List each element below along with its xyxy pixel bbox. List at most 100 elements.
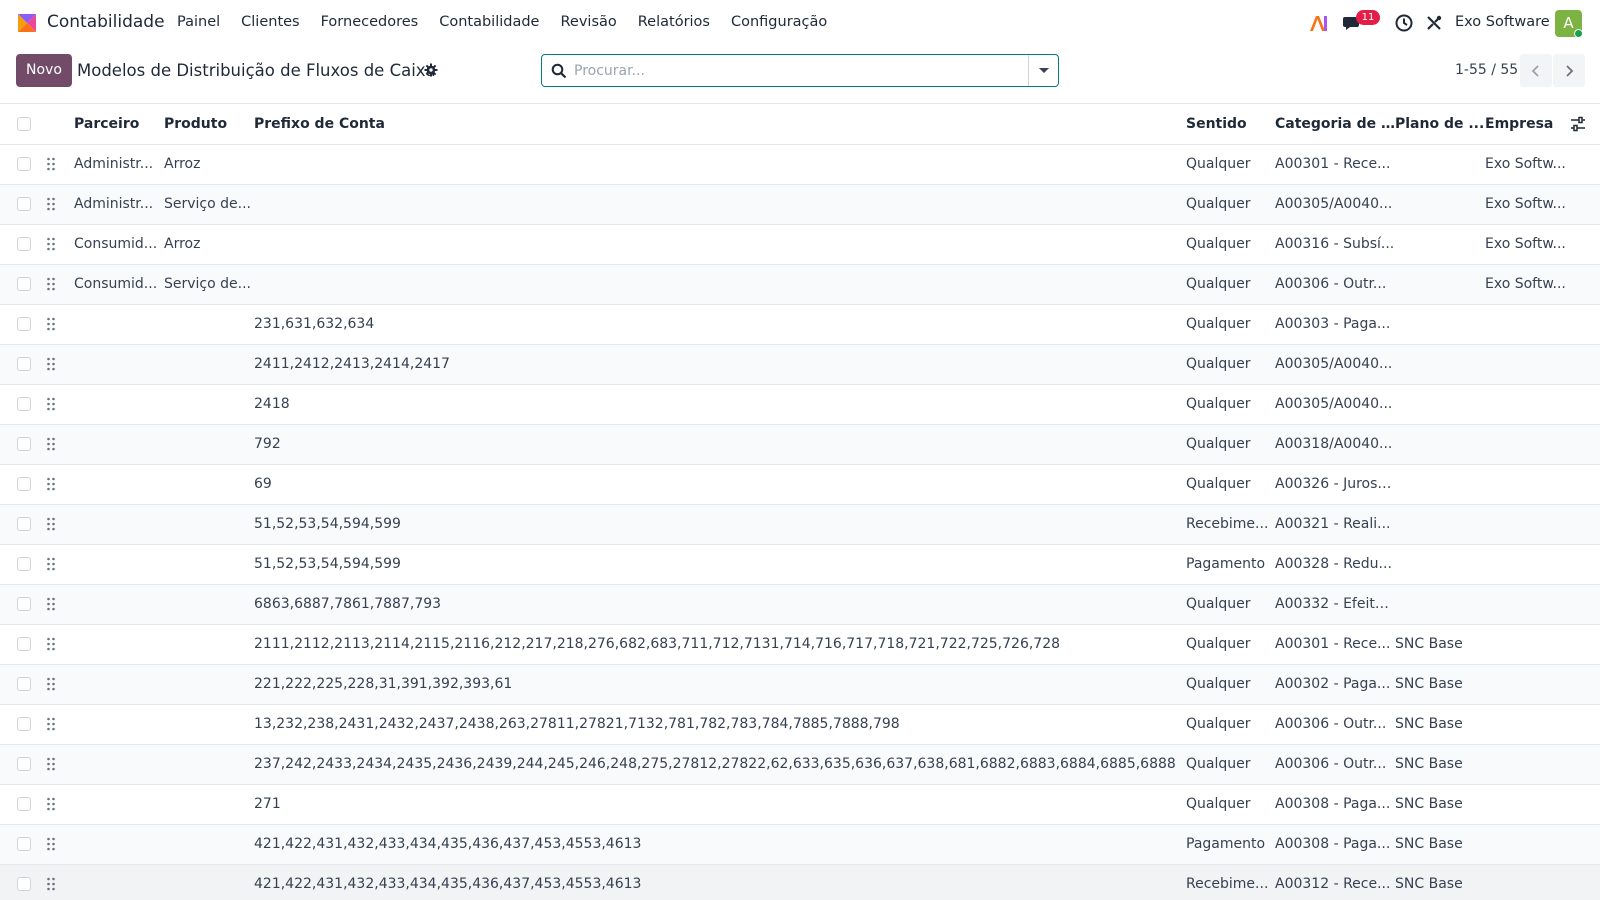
cell-plan[interactable] (1395, 264, 1485, 305)
cell-company[interactable] (1485, 664, 1570, 705)
cell-direction[interactable]: Pagamento (1186, 544, 1275, 585)
cell-partner[interactable] (74, 664, 164, 705)
cell-direction[interactable]: Pagamento (1186, 824, 1275, 865)
cell-product[interactable] (164, 384, 254, 425)
cell-account-prefix[interactable]: 792 (254, 424, 1186, 465)
column-header-category[interactable]: Categoria de F... (1275, 104, 1395, 145)
clock-icon[interactable] (1394, 13, 1414, 33)
cell-company[interactable]: Exo Softw... (1485, 224, 1570, 265)
table-row[interactable]: 6863,6887,7861,7887,793 Qualquer A00332 - … (0, 584, 1600, 625)
gear-icon[interactable] (424, 63, 438, 77)
table-row[interactable]: 421,422,431,432,433,434,435,436,437,453,… (0, 824, 1600, 865)
drag-handle-icon[interactable] (46, 317, 56, 331)
cell-company[interactable] (1485, 464, 1570, 505)
cell-product[interactable]: Serviço de... (164, 184, 254, 225)
cell-partner[interactable] (74, 784, 164, 825)
cell-category[interactable]: A00306 - Outr... (1275, 704, 1395, 745)
drag-handle-icon[interactable] (46, 437, 56, 451)
row-checkbox[interactable] (17, 557, 31, 571)
cell-category[interactable]: A00303 - Paga... (1275, 304, 1395, 345)
drag-handle-icon[interactable] (46, 477, 56, 491)
cell-category[interactable]: A00316 - Subsí... (1275, 224, 1395, 265)
cell-account-prefix[interactable]: 421,422,431,432,433,434,435,436,437,453,… (254, 824, 1186, 865)
cell-plan[interactable] (1395, 504, 1485, 545)
cell-account-prefix[interactable]: 271 (254, 784, 1186, 825)
cell-product[interactable]: Serviço de... (164, 264, 254, 305)
cell-plan[interactable]: SNC Base (1395, 864, 1485, 900)
row-checkbox[interactable] (17, 437, 31, 451)
cell-partner[interactable] (74, 344, 164, 385)
cell-company[interactable] (1485, 344, 1570, 385)
cell-partner[interactable]: Administr... (74, 144, 164, 185)
row-checkbox[interactable] (17, 277, 31, 291)
drag-handle-icon[interactable] (46, 877, 56, 891)
row-checkbox[interactable] (17, 397, 31, 411)
cell-plan[interactable]: SNC Base (1395, 704, 1485, 745)
cell-company[interactable] (1485, 384, 1570, 425)
menu-item-painel[interactable]: Painel (177, 14, 220, 30)
cell-plan[interactable] (1395, 184, 1485, 225)
cell-company[interactable] (1485, 624, 1570, 665)
cell-product[interactable] (164, 464, 254, 505)
table-row[interactable]: Administr... Arroz Qualquer A00301 - Rece..… (0, 144, 1600, 185)
drag-handle-icon[interactable] (46, 397, 56, 411)
cell-company[interactable]: Exo Softw... (1485, 264, 1570, 305)
accounting-app-logo-icon[interactable] (16, 12, 38, 34)
cell-category[interactable]: A00305/A0040... (1275, 344, 1395, 385)
cell-company[interactable] (1485, 424, 1570, 465)
cell-direction[interactable]: Qualquer (1186, 264, 1275, 305)
cell-product[interactable] (164, 864, 254, 900)
optional-columns-icon[interactable] (1570, 116, 1586, 132)
cell-plan[interactable] (1395, 304, 1485, 345)
cell-product[interactable] (164, 544, 254, 585)
drag-handle-icon[interactable] (46, 637, 56, 651)
cell-product[interactable]: Arroz (164, 224, 254, 265)
cell-direction[interactable]: Qualquer (1186, 344, 1275, 385)
cell-company[interactable]: Exo Softw... (1485, 184, 1570, 225)
cell-product[interactable] (164, 704, 254, 745)
table-row[interactable]: Consumid... Serviço de... Qualquer A00306 -… (0, 264, 1600, 305)
cell-partner[interactable] (74, 584, 164, 625)
cell-partner[interactable] (74, 544, 164, 585)
row-checkbox[interactable] (17, 237, 31, 251)
table-row[interactable]: 13,232,238,2431,2432,2437,2438,263,27811… (0, 704, 1600, 745)
cell-plan[interactable] (1395, 544, 1485, 585)
row-checkbox[interactable] (17, 317, 31, 331)
table-row[interactable]: 2418 Qualquer A00305/A0040... (0, 384, 1600, 425)
menu-item-contabilidade[interactable]: Contabilidade (439, 14, 539, 30)
column-header-plan[interactable]: Plano de ... (1395, 104, 1485, 145)
cell-category[interactable]: A00305/A0040... (1275, 184, 1395, 225)
menu-item-configuracao[interactable]: Configuração (731, 14, 827, 30)
cell-product[interactable] (164, 624, 254, 665)
pager-value[interactable]: 1-55 / 55 (1455, 62, 1518, 78)
cell-partner[interactable]: Consumid... (74, 224, 164, 265)
column-header-partner[interactable]: Parceiro (74, 104, 164, 145)
cell-direction[interactable]: Recebime... (1186, 504, 1275, 545)
cell-account-prefix[interactable]: 221,222,225,228,31,391,392,393,61 (254, 664, 1186, 705)
table-row[interactable]: 421,422,431,432,433,434,435,436,437,453,… (0, 864, 1600, 900)
cell-plan[interactable] (1395, 424, 1485, 465)
cell-category[interactable]: A00308 - Paga... (1275, 784, 1395, 825)
cell-company[interactable] (1485, 304, 1570, 345)
cell-plan[interactable] (1395, 344, 1485, 385)
cell-partner[interactable] (74, 504, 164, 545)
cell-category[interactable]: A00302 - Paga... (1275, 664, 1395, 705)
cell-account-prefix[interactable] (254, 264, 1186, 305)
row-checkbox[interactable] (17, 197, 31, 211)
drag-handle-icon[interactable] (46, 797, 56, 811)
pager-previous-button[interactable] (1520, 54, 1552, 87)
row-checkbox[interactable] (17, 837, 31, 851)
company-switcher[interactable]: Exo Software (1455, 14, 1550, 30)
menu-item-clientes[interactable]: Clientes (241, 14, 299, 30)
table-row[interactable]: 271 Qualquer A00308 - Paga... SNC Base (0, 784, 1600, 825)
cell-direction[interactable]: Qualquer (1186, 624, 1275, 665)
cell-direction[interactable]: Qualquer (1186, 584, 1275, 625)
cell-account-prefix[interactable] (254, 224, 1186, 265)
cell-account-prefix[interactable]: 51,52,53,54,594,599 (254, 504, 1186, 545)
cell-account-prefix[interactable]: 13,232,238,2431,2432,2437,2438,263,27811… (254, 704, 1186, 745)
cell-direction[interactable]: Recebime... (1186, 864, 1275, 900)
search-options-toggle[interactable] (1028, 55, 1058, 86)
cell-company[interactable] (1485, 504, 1570, 545)
cell-product[interactable] (164, 424, 254, 465)
cell-direction[interactable]: Qualquer (1186, 304, 1275, 345)
